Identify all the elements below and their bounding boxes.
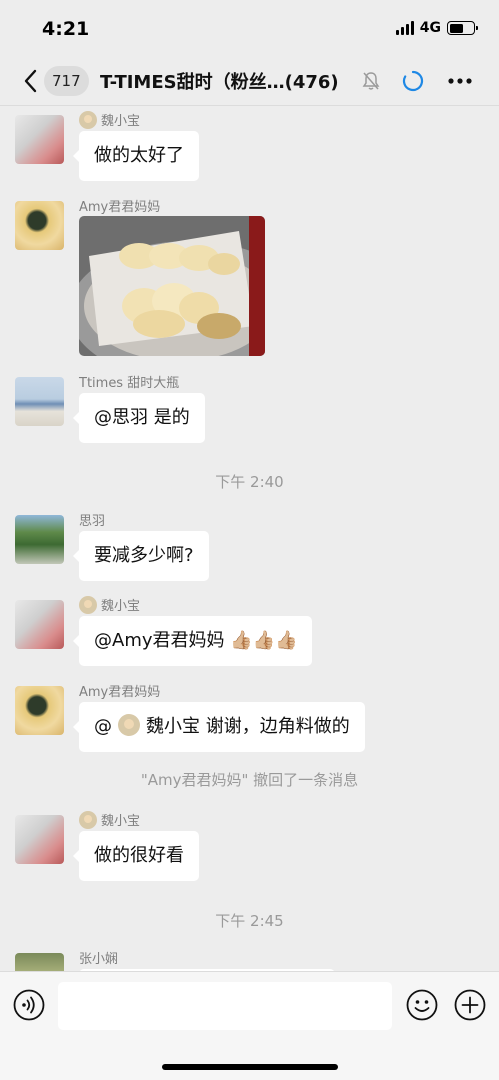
- message-item: 思羽 要减多少啊?: [0, 507, 499, 582]
- sender-name: 魏小宝: [79, 810, 140, 829]
- emoji-icon-small: [79, 810, 97, 829]
- sender-name: 张小娴: [79, 952, 119, 967]
- sender-name: 魏小宝: [79, 110, 140, 129]
- avatar[interactable]: [15, 115, 64, 164]
- sender-name: Amy君君妈妈: [79, 200, 161, 215]
- network-type: 4G: [419, 20, 441, 36]
- status-indicators: 4G: [395, 20, 478, 36]
- status-bar: 4:21 4G: [0, 0, 499, 56]
- message-bubble[interactable]: 做的太好了: [73, 131, 199, 181]
- message-bubble[interactable]: @思羽 是的: [73, 393, 205, 443]
- avatar[interactable]: [15, 953, 64, 971]
- voice-icon[interactable]: [13, 989, 45, 1021]
- avatar[interactable]: [15, 201, 64, 250]
- emoji-icon-small: [79, 110, 97, 129]
- sender-name: 思羽: [79, 514, 106, 529]
- message-item: Ttimes 甜时大瓶 @思羽 是的: [0, 369, 499, 444]
- avatar[interactable]: [15, 515, 64, 564]
- emoji-icon: [118, 714, 140, 736]
- timestamp: 下午 2:45: [215, 912, 284, 930]
- home-indicator[interactable]: [162, 1064, 338, 1070]
- back-icon[interactable]: [22, 68, 40, 94]
- chat-title: T-TIMES甜时（粉丝…(476): [100, 72, 339, 93]
- message-list[interactable]: 魏小宝 做的太好了 Amy君君妈妈 Ttimes 甜时大瓶 @思羽 是的 下午 …: [0, 107, 499, 971]
- emoji-icon[interactable]: [406, 989, 438, 1021]
- message-bubble[interactable]: @ 魏小宝 谢谢，边角料做的: [73, 702, 365, 752]
- message-input[interactable]: [58, 982, 392, 1030]
- sender-name: Ttimes 甜时大瓶: [79, 376, 180, 391]
- avatar[interactable]: [15, 377, 64, 426]
- status-time: 4:21: [42, 18, 90, 40]
- emoji-icon-small: [79, 595, 97, 614]
- mute-bell-icon: [362, 72, 380, 90]
- chat-header: 717 T-TIMES甜时（粉丝…(476): [0, 56, 499, 106]
- message-item: Amy君君妈妈: [0, 193, 499, 358]
- plus-icon[interactable]: [454, 989, 486, 1021]
- message-item: 魏小宝 做的很好看: [0, 807, 499, 882]
- sender-name: Amy君君妈妈: [79, 685, 161, 700]
- message-item: 张小娴: [0, 945, 499, 971]
- message-bubble[interactable]: @Amy君君妈妈 👍🏼👍🏼👍🏼: [72, 616, 313, 666]
- avatar[interactable]: [15, 600, 64, 649]
- battery-icon: [447, 21, 478, 35]
- avatar[interactable]: [15, 686, 64, 735]
- message-item: 魏小宝 @Amy君君妈妈 👍🏼👍🏼👍🏼: [0, 592, 499, 667]
- loading-icon: [402, 70, 424, 92]
- message-bubble[interactable]: 要减多少啊?: [73, 531, 209, 581]
- message-item: 魏小宝 做的太好了: [0, 107, 499, 182]
- signal-icon: [395, 21, 414, 35]
- timestamp: 下午 2:40: [215, 473, 284, 491]
- sender-name: 魏小宝: [79, 595, 140, 614]
- bread-photo[interactable]: [79, 216, 265, 356]
- unread-count-badge[interactable]: 717: [44, 66, 89, 96]
- more-icon[interactable]: [448, 78, 472, 84]
- recall-notice: "Amy君君妈妈" 撤回了一条消息: [140, 771, 359, 789]
- bread-image: [79, 216, 265, 356]
- message-item: Amy君君妈妈 @ 魏小宝 谢谢，边角料做的: [0, 678, 499, 753]
- message-bubble[interactable]: 做的很好看: [73, 831, 199, 881]
- avatar[interactable]: [15, 815, 64, 864]
